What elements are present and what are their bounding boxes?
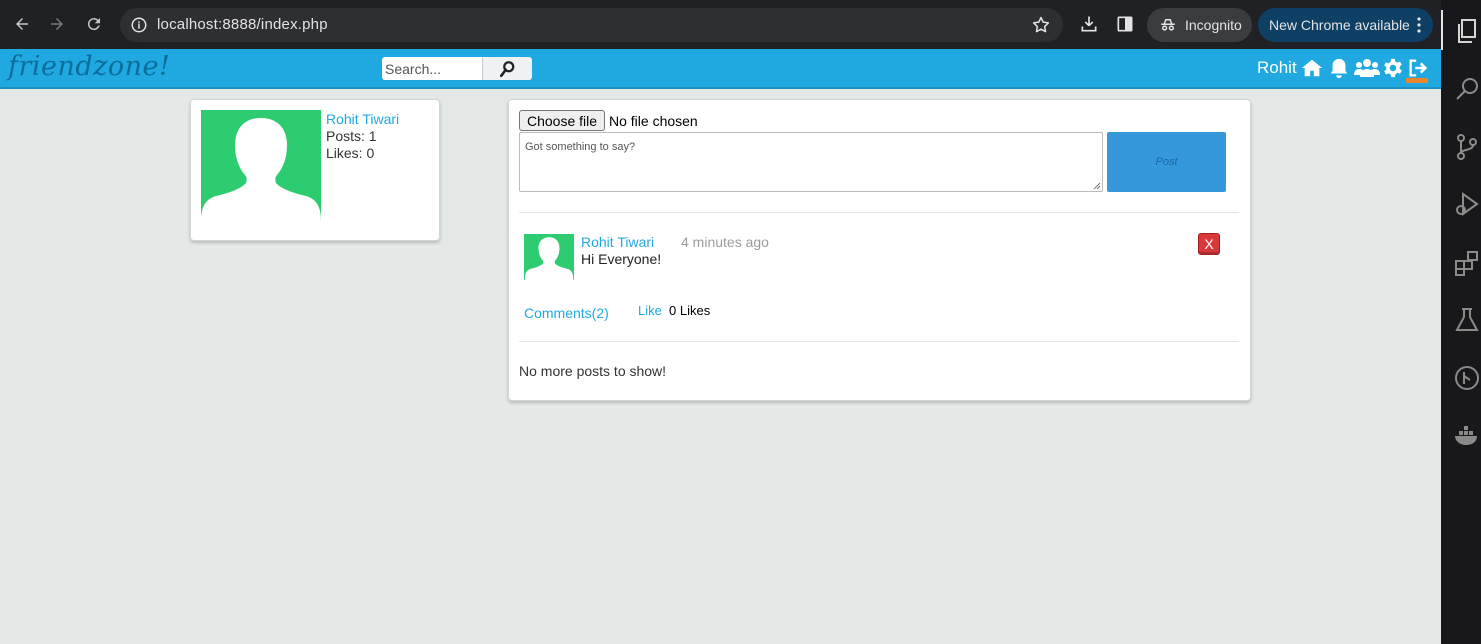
address-bar[interactable]: localhost:8888/index.php bbox=[120, 8, 1063, 42]
default-avatar-icon bbox=[201, 118, 321, 224]
update-chrome-button[interactable]: New Chrome available bbox=[1258, 8, 1433, 42]
post-body: Hi Everyone! bbox=[581, 251, 662, 267]
friends-icon[interactable] bbox=[1354, 57, 1380, 79]
user-profile-link[interactable]: Rohit bbox=[1257, 58, 1297, 78]
home-icon[interactable] bbox=[1301, 57, 1323, 79]
file-status-text: No file chosen bbox=[609, 113, 698, 129]
reload-icon bbox=[87, 18, 100, 31]
post-textarea[interactable] bbox=[519, 132, 1103, 192]
forward-icon bbox=[51, 18, 63, 30]
search-form bbox=[382, 57, 532, 80]
editor-activity-bar bbox=[1441, 0, 1481, 644]
incognito-label: Incognito bbox=[1185, 17, 1242, 33]
post-timestamp: 4 minutes ago bbox=[681, 234, 769, 250]
site-logo[interactable]: friendzone! bbox=[8, 51, 170, 82]
incognito-badge[interactable]: Incognito bbox=[1147, 8, 1252, 42]
testing-icon[interactable] bbox=[1453, 306, 1481, 334]
default-avatar-icon bbox=[524, 237, 574, 280]
profile-card: Rohit Tiwari Posts: 1 Likes: 0 bbox=[190, 99, 440, 241]
docker-icon[interactable] bbox=[1453, 422, 1481, 450]
git-graph-icon[interactable] bbox=[1453, 364, 1481, 392]
site-info-icon[interactable] bbox=[130, 16, 148, 34]
incognito-icon bbox=[1161, 19, 1175, 31]
download-icon[interactable] bbox=[1079, 14, 1099, 34]
like-count: 0 Likes bbox=[669, 303, 711, 318]
profile-likes-count: Likes: 0 bbox=[326, 145, 375, 161]
explorer-icon[interactable] bbox=[1453, 17, 1481, 45]
end-of-feed-message: No more posts to show! bbox=[519, 363, 667, 379]
reload-button[interactable] bbox=[81, 11, 107, 37]
avatar[interactable] bbox=[201, 110, 321, 224]
post-button[interactable]: Post bbox=[1107, 132, 1226, 192]
run-debug-icon[interactable] bbox=[1453, 190, 1481, 218]
active-indicator bbox=[1441, 10, 1443, 50]
logout-icon[interactable] bbox=[1407, 57, 1429, 79]
side-panel-icon[interactable] bbox=[1115, 14, 1135, 34]
source-control-icon[interactable] bbox=[1453, 133, 1481, 161]
back-button[interactable] bbox=[9, 11, 35, 37]
notification-indicator bbox=[1406, 78, 1428, 83]
delete-post-button[interactable]: X bbox=[1198, 233, 1220, 255]
search-icon[interactable] bbox=[1453, 75, 1481, 103]
search-icon bbox=[499, 60, 514, 77]
extensions-icon[interactable] bbox=[1453, 249, 1481, 277]
site-header: friendzone! Rohit bbox=[0, 49, 1441, 89]
profile-name-link[interactable]: Rohit Tiwari bbox=[326, 111, 399, 127]
update-label: New Chrome available bbox=[1269, 17, 1410, 33]
choose-file-button[interactable]: Choose file bbox=[519, 110, 606, 131]
post-author-avatar[interactable] bbox=[524, 234, 574, 280]
profile-posts-count: Posts: 1 bbox=[326, 128, 377, 144]
feed-column: Choose file No file chosen Post Rohit Ti… bbox=[508, 99, 1251, 401]
bell-icon[interactable] bbox=[1328, 57, 1350, 79]
post-author-link[interactable]: Rohit Tiwari bbox=[581, 234, 654, 250]
browser-toolbar: localhost:8888/index.php Incognito New C… bbox=[0, 0, 1441, 49]
search-button[interactable] bbox=[482, 57, 532, 80]
divider bbox=[519, 212, 1239, 213]
more-vert-icon[interactable] bbox=[1417, 16, 1421, 34]
back-icon bbox=[16, 18, 28, 30]
resize-grip-icon[interactable] bbox=[1093, 182, 1101, 190]
search-input[interactable] bbox=[382, 57, 482, 80]
gear-icon[interactable] bbox=[1382, 57, 1404, 79]
bookmark-star-icon[interactable] bbox=[1031, 15, 1051, 35]
comments-toggle-link[interactable]: Comments(2) bbox=[524, 305, 609, 321]
forward-button[interactable] bbox=[44, 11, 70, 37]
url-text[interactable]: localhost:8888/index.php bbox=[157, 16, 328, 33]
like-button[interactable]: Like bbox=[638, 303, 662, 318]
divider bbox=[519, 341, 1239, 342]
